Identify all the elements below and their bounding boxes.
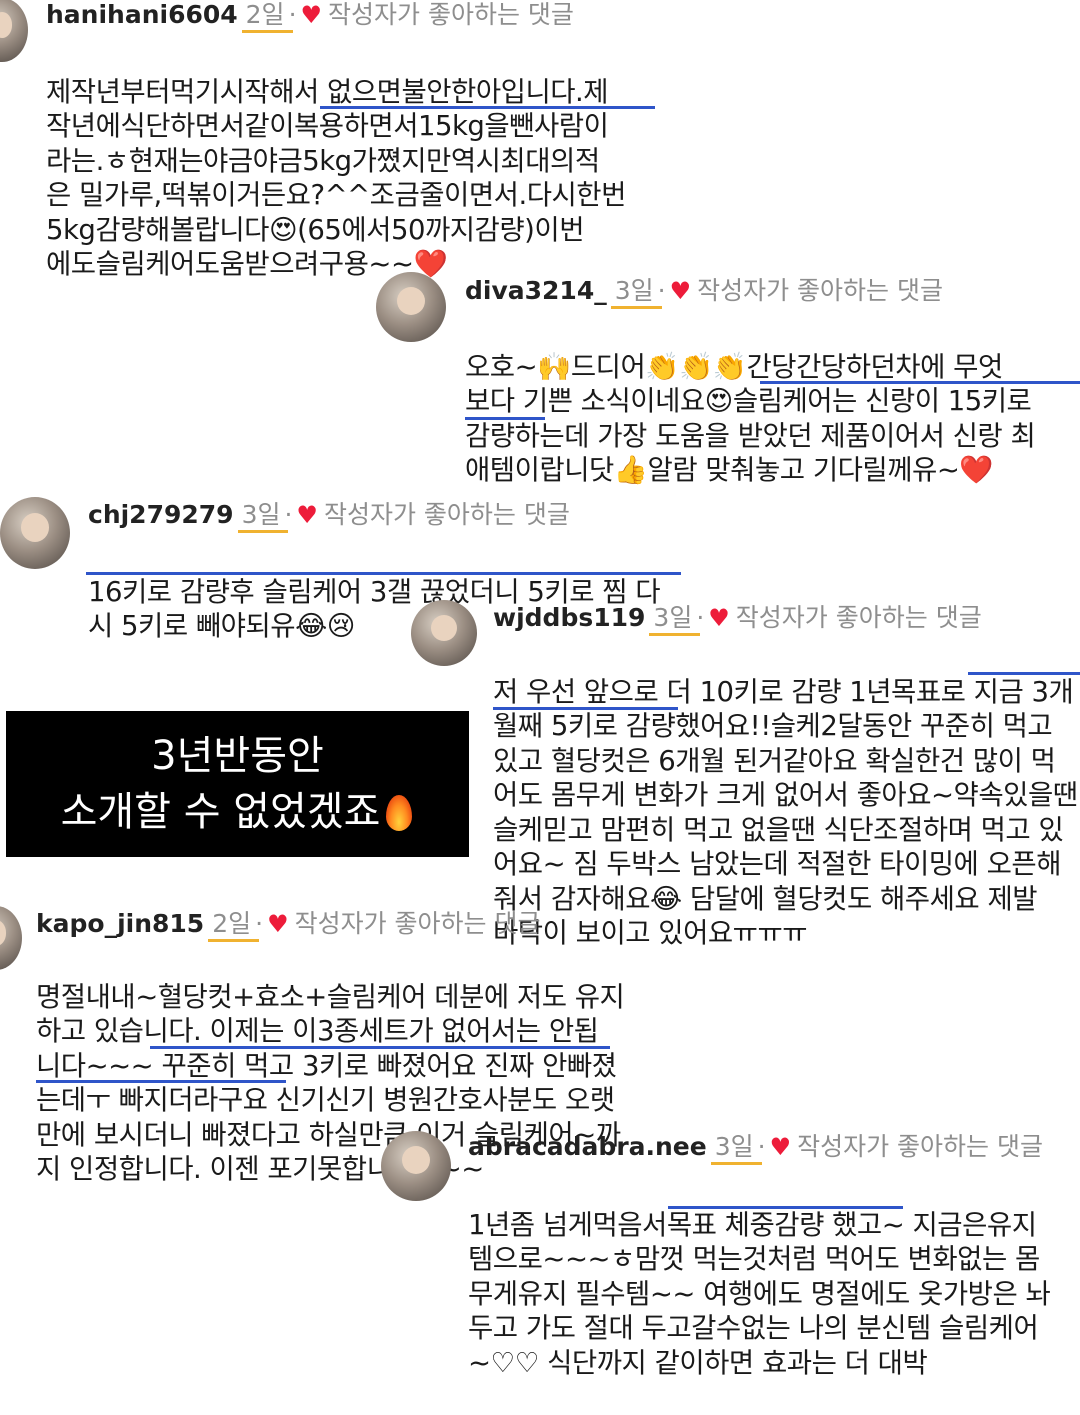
liked-by-author-label: 작성자가 좋아하는 댓글: [735, 603, 982, 632]
avatar[interactable]: [411, 600, 477, 666]
comment-line: 무게유지 필수템~~ 여행에도 명절에도 옷가방은 놔: [468, 1277, 1051, 1310]
separator-dot: ·: [696, 603, 705, 632]
highlight-underline: [668, 1206, 903, 1209]
comment-line: 감량하는데 가장 도움을 받았던 제품이어서 신랑 최: [465, 419, 1036, 452]
liked-by-author-label: 작성자가 좋아하는 댓글: [323, 500, 570, 529]
separator-dot: ·: [284, 500, 293, 529]
comment-line: 제작년부터먹기시작해서 없으면불안한아입니다.제: [46, 75, 609, 108]
separator-dot: ·: [288, 0, 297, 29]
separator-dot: ·: [757, 1132, 766, 1161]
comment-line: 오호~🙌드디어👏👏👏간당간당하던차에 무엇: [465, 350, 1003, 383]
comment-text: 오호~🙌드디어👏👏👏간당간당하던차에 무엇 보다 기쁜 소식이네요😍슬림케어는 신…: [465, 315, 1036, 522]
comment-time: 3일: [614, 276, 654, 305]
comment-line: 니다~~~ 꾸준히 먹고 3키로 빠졌어요 진짜 안빠졌: [36, 1049, 617, 1082]
comment-line: 줘서 감자해요😂 담달에 혈당컷도 해주세요 제발: [493, 882, 1038, 915]
comment-line: 어도 몸무게 변화가 크게 없어서 좋아요~약속있을땐: [493, 779, 1078, 811]
fire-icon: [384, 791, 414, 831]
username[interactable]: abracadabra.nee: [468, 1132, 707, 1161]
caption-line-1: 3년반동안: [151, 733, 324, 779]
comment-line: 는데ㅜ 빠지더라구요 신기신기 병원간호사분도 오랫: [36, 1084, 615, 1116]
comment-line: 라는.ㅎ현재는야금야금5kg가쪘지만역시최대의적: [46, 144, 600, 177]
username[interactable]: wjddbs119: [493, 603, 645, 632]
heart-icon: ♥: [769, 1133, 792, 1161]
caption-line-2: 소개할 수 없었겠죠: [6, 789, 469, 835]
comment-line: 5kg감량해볼랍니다😍(65에서50까지감량)이번: [46, 213, 584, 246]
avatar[interactable]: [0, 906, 22, 970]
heart-icon: ♥: [669, 277, 692, 305]
comment-line: 템으로~~~ㅎ맘껏 먹는것처럼 먹어도 변화없는 몸: [468, 1243, 1040, 1275]
avatar[interactable]: [381, 1131, 451, 1201]
comment-time: 2일: [245, 0, 285, 29]
comment-meta: hanihani6604 2일 · ♥ 작성자가 좋아하는 댓글: [46, 0, 574, 30]
comment-time: 3일: [714, 1132, 754, 1161]
comment-line: 은 밀가루,떡볶이거든요?^^조금줄이면서.다시한번: [46, 179, 626, 211]
separator-dot: ·: [255, 909, 264, 938]
comment-line: 저 우선 앞으로 더 10키로 감량 1년목표로 지금 3개: [493, 675, 1074, 708]
caption-line-2-text: 소개할 수 없었겠죠: [60, 789, 381, 835]
highlight-underline: [968, 672, 1080, 675]
highlight-underline: [760, 381, 1080, 384]
comment-line: 명절내내~혈당컷+효소+슬림케어 데분에 저도 유지: [36, 980, 625, 1013]
comment-line: 슬케믿고 맘편히 먹고 없을땐 식단조절하며 먹고 있: [493, 813, 1064, 846]
avatar[interactable]: [0, 497, 70, 569]
comment-text: 제작년부터먹기시작해서 없으면불안한아입니다.제 작년에식단하면서같이복용하면서1…: [46, 40, 626, 316]
highlight-underline: [493, 707, 678, 710]
caption-overlay: 3년반동안 소개할 수 없었겠죠: [6, 711, 469, 857]
username[interactable]: hanihani6604: [46, 0, 238, 29]
heart-icon: ♥: [296, 501, 318, 529]
username[interactable]: chj279279: [88, 500, 234, 529]
comment-line: 어요~ 짐 두박스 남았는데 적절한 타이밍에 오픈해: [493, 848, 1061, 880]
highlight-underline: [150, 1046, 610, 1049]
comment-line: 1년좀 넘게먹음서목표 체중감량 했고~ 지금은유지: [468, 1208, 1037, 1241]
liked-by-author-label: 작성자가 좋아하는 댓글: [797, 1132, 1044, 1161]
liked-by-author-label: 작성자가 좋아하는 댓글: [294, 909, 541, 938]
heart-icon: ♥: [267, 910, 289, 938]
separator-dot: ·: [657, 276, 666, 305]
liked-by-author-label: 작성자가 좋아하는 댓글: [697, 276, 943, 305]
comment-line: 두고 가도 절대 두고갈수없는 나의 분신템 슬림케어: [468, 1312, 1039, 1344]
comment-time: 2일: [212, 909, 252, 938]
comment-meta: abracadabra.nee 3일 · ♥ 작성자가 좋아하는 댓글: [468, 1132, 1043, 1162]
comment-line: 보다 기쁜 소식이네요😍슬림케어는 신랑이 15키로: [465, 385, 1032, 417]
comment-line: 있고 혈당컷은 6개월 된거같아요 확실한건 많이 먹: [493, 744, 1056, 777]
comment-meta: wjddbs119 3일 · ♥ 작성자가 좋아하는 댓글: [493, 603, 982, 633]
comment-meta: chj279279 3일 · ♥ 작성자가 좋아하는 댓글: [88, 500, 570, 530]
avatar[interactable]: [376, 272, 446, 342]
highlight-underline: [465, 417, 545, 420]
avatar[interactable]: [0, 0, 28, 62]
heart-icon: ♥: [300, 1, 323, 29]
comment-meta: kapo_jin815 2일 · ♥ 작성자가 좋아하는 댓글: [36, 909, 540, 939]
highlight-underline: [86, 572, 681, 575]
comment-line: 작년에식단하면서같이복용하면서15kg을뺀사람이: [46, 110, 609, 142]
comment-line: 월째 5키로 감량했어요!!슬케2달동안 꾸준히 먹고: [493, 710, 1053, 742]
comment-line: 하고 있습니다. 이제는 이3종세트가 없어서는 안됩: [36, 1015, 599, 1047]
liked-by-author-label: 작성자가 좋아하는 댓글: [328, 0, 574, 29]
username[interactable]: diva3214_: [465, 276, 607, 305]
comment-time: 3일: [241, 500, 281, 529]
comment-line: ~♡♡ 식단까지 같이하면 효과는 더 대박: [468, 1346, 928, 1379]
highlight-underline: [320, 106, 655, 109]
heart-icon: ♥: [708, 604, 730, 632]
comment-time: 3일: [653, 603, 693, 632]
username[interactable]: kapo_jin815: [36, 909, 204, 938]
comment-text: 1년좀 넘게먹음서목표 체중감량 했고~ 지금은유지 템으로~~~ㅎ맘껏 먹는것처…: [468, 1173, 1051, 1415]
comment-meta: diva3214_ 3일 · ♥ 작성자가 좋아하는 댓글: [465, 276, 943, 306]
highlight-underline: [36, 1080, 286, 1083]
comment-text: 저 우선 앞으로 더 10키로 감량 1년목표로 지금 3개 월째 5키로 감량했…: [493, 640, 1078, 985]
comment-line: 애템이랍니닷👍알람 맞춰놓고 기다릴께유~❤️: [465, 454, 994, 486]
